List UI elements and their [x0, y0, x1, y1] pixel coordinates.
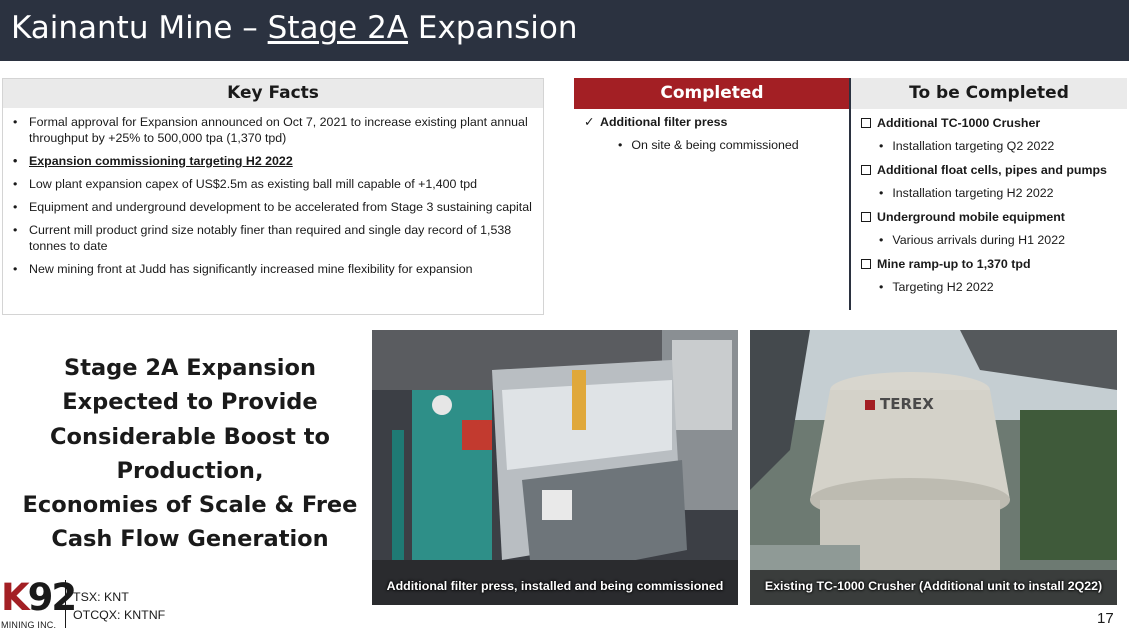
key-facts-list: Formal approval for Expansion announced … [3, 108, 543, 277]
checkmark-icon: ✓ [584, 115, 595, 129]
key-fact-item: Formal approval for Expansion announced … [13, 114, 533, 146]
statement-line: Economies of Scale & Free [22, 492, 358, 519]
statement-line: Cash Flow Generation [51, 526, 329, 553]
statement-line: Expected to Provide [62, 389, 318, 416]
todo-item-label: Additional TC-1000 Crusher [877, 116, 1041, 130]
todo-item: Additional float cells, pipes and pumps [861, 163, 1107, 177]
checkbox-icon [861, 118, 871, 128]
checkbox-icon [861, 165, 871, 175]
tsx-ticker: TSX: KNT [73, 590, 129, 604]
logo-subtitle: MINING INC. [1, 620, 57, 630]
key-fact-item: New mining front at Judd has significant… [13, 261, 533, 277]
otcqx-ticker: OTCQX: KNTNF [73, 608, 166, 622]
to-be-completed-panel: To be Completed Additional TC-1000 Crush… [851, 78, 1127, 310]
completed-sub-item: On site & being commissioned [618, 138, 798, 152]
crusher-illustration: TEREX [750, 330, 1117, 605]
statement-line: Considerable Boost to [50, 423, 330, 450]
todo-item-label: Mine ramp-up to 1,370 tpd [877, 257, 1031, 271]
todo-sub-item: Installation targeting Q2 2022 [879, 139, 1054, 153]
todo-item: Underground mobile equipment [861, 210, 1065, 224]
key-facts-heading: Key Facts [3, 79, 543, 108]
completed-item-label: Additional filter press [600, 115, 728, 129]
filter-press-caption: Additional filter press, installed and b… [386, 579, 724, 593]
key-fact-item: Low plant expansion capex of US$2.5m as … [13, 176, 533, 192]
todo-sub-item: Targeting H2 2022 [879, 280, 993, 294]
key-fact-item-highlight: Expansion commissioning targeting H2 202… [13, 153, 533, 169]
logo-divider [65, 580, 66, 628]
statement-line: Stage 2A Expansion [63, 355, 316, 381]
expansion-statement: Stage 2A Expansion Expected to Provide C… [18, 351, 362, 557]
title-prefix: Kainantu Mine – [11, 10, 268, 46]
crusher-photo: TEREX Existing TC-1000 Crusher (Addition… [750, 330, 1117, 605]
title-bar: Kainantu Mine – Stage 2A Expansion [0, 0, 1129, 61]
title-underlined: Stage 2A [267, 10, 409, 46]
checkbox-icon [861, 259, 871, 269]
checkbox-icon [861, 212, 871, 222]
key-facts-panel: Key Facts Formal approval for Expansion … [2, 78, 544, 315]
todo-item: Additional TC-1000 Crusher [861, 116, 1040, 130]
key-fact-item: Equipment and underground development to… [13, 199, 533, 215]
todo-item-label: Underground mobile equipment [877, 210, 1065, 224]
page-title: Kainantu Mine – Stage 2A Expansion [11, 10, 578, 46]
todo-item-label: Additional float cells, pipes and pumps [877, 163, 1107, 177]
crusher-caption: Existing TC-1000 Crusher (Additional uni… [764, 579, 1103, 593]
todo-item: Mine ramp-up to 1,370 tpd [861, 257, 1031, 271]
to-be-completed-heading: To be Completed [851, 78, 1127, 109]
key-fact-item: Current mill product grind size notably … [13, 222, 533, 254]
filter-press-photo: Additional filter press, installed and b… [372, 330, 738, 605]
terex-brand-text: TEREX [880, 395, 934, 413]
statement-line: Production, [116, 457, 264, 484]
todo-sub-item: Installation targeting H2 2022 [879, 186, 1053, 200]
logo-k: K [1, 576, 30, 619]
filter-press-illustration [372, 330, 738, 605]
completed-item: ✓ Additional filter press [584, 114, 727, 129]
todo-sub-item: Various arrivals during H1 2022 [879, 233, 1065, 247]
k92-logo: K92 MINING INC. [0, 576, 77, 634]
page-number: 17 [1097, 610, 1114, 627]
title-suffix: Expansion [408, 10, 578, 46]
completed-heading: Completed [574, 78, 850, 109]
logo-number: 92 [27, 576, 77, 619]
completed-panel: Completed ✓ Additional filter press On si… [574, 78, 850, 310]
